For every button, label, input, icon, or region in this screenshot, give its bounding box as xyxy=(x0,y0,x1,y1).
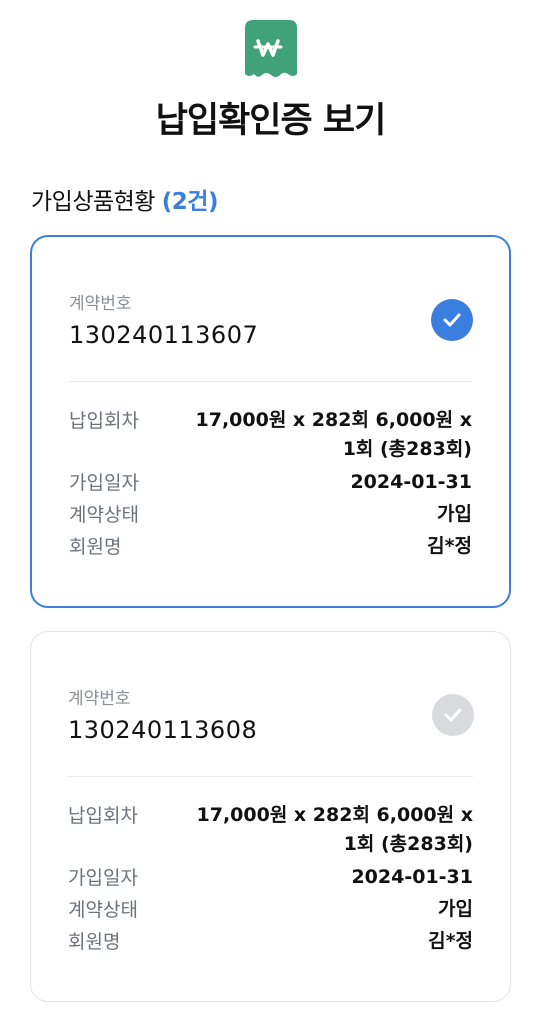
payment-row: 납입회차 17,000원 x 282회 6,000원 x 1회 (총283회) xyxy=(68,801,473,859)
payment-count-label: 납입회차 xyxy=(69,410,139,432)
payment-row: 납입회차 17,000원 x 282회 6,000원 x 1회 (총283회) xyxy=(69,406,472,464)
contract-number-label: 계약번호 xyxy=(69,294,132,314)
join-date-value: 2024-01-31 xyxy=(351,866,473,888)
join-date-value: 2024-01-31 xyxy=(350,471,472,493)
checkmark-icon[interactable] xyxy=(431,299,473,341)
member-name-value: 김*정 xyxy=(428,930,473,952)
receipt-won-icon xyxy=(245,20,297,80)
join-date-label: 가입일자 xyxy=(68,867,138,889)
contract-status-row: 계약상태 가입 xyxy=(69,500,472,529)
checkmark-icon[interactable] xyxy=(432,694,474,736)
divider xyxy=(69,381,472,382)
page-title: 납입확인증 보기 xyxy=(155,101,387,141)
payment-count-label: 납입회차 xyxy=(68,805,138,827)
contract-card[interactable]: 계약번호 130240113608 납입회차 17,000원 x 282회 6,… xyxy=(30,631,511,1002)
payment-count-value: 17,000원 x 282회 6,000원 x 1회 (총283회) xyxy=(196,804,474,855)
contract-number-label: 계약번호 xyxy=(68,689,131,709)
contract-status-value: 가입 xyxy=(437,503,472,525)
join-date-row: 가입일자 2024-01-31 xyxy=(68,863,473,892)
section-title-text: 가입상품현황 xyxy=(31,189,155,215)
contract-status-row: 계약상태 가입 xyxy=(68,895,473,924)
join-date-row: 가입일자 2024-01-31 xyxy=(69,468,472,497)
member-name-value: 김*정 xyxy=(427,535,472,557)
payment-count-value: 17,000원 x 282회 6,000원 x 1회 (총283회) xyxy=(195,409,473,460)
member-name-label: 회원명 xyxy=(69,536,122,558)
member-name-row: 회원명 김*정 xyxy=(68,927,473,956)
contract-number: 130240113608 xyxy=(68,716,258,744)
join-date-label: 가입일자 xyxy=(69,472,139,494)
section-title: 가입상품현황 (2건) xyxy=(31,182,218,216)
contract-count: (2건) xyxy=(161,189,219,215)
contract-status-label: 계약상태 xyxy=(68,899,138,921)
contract-status-value: 가입 xyxy=(438,898,473,920)
member-name-label: 회원명 xyxy=(68,931,121,953)
contract-card[interactable]: 계약번호 130240113607 납입회차 17,000원 x 282회 6,… xyxy=(30,235,511,608)
divider xyxy=(68,776,473,777)
contract-number: 130240113607 xyxy=(69,321,259,349)
contract-status-label: 계약상태 xyxy=(69,504,139,526)
member-name-row: 회원명 김*정 xyxy=(69,532,472,561)
